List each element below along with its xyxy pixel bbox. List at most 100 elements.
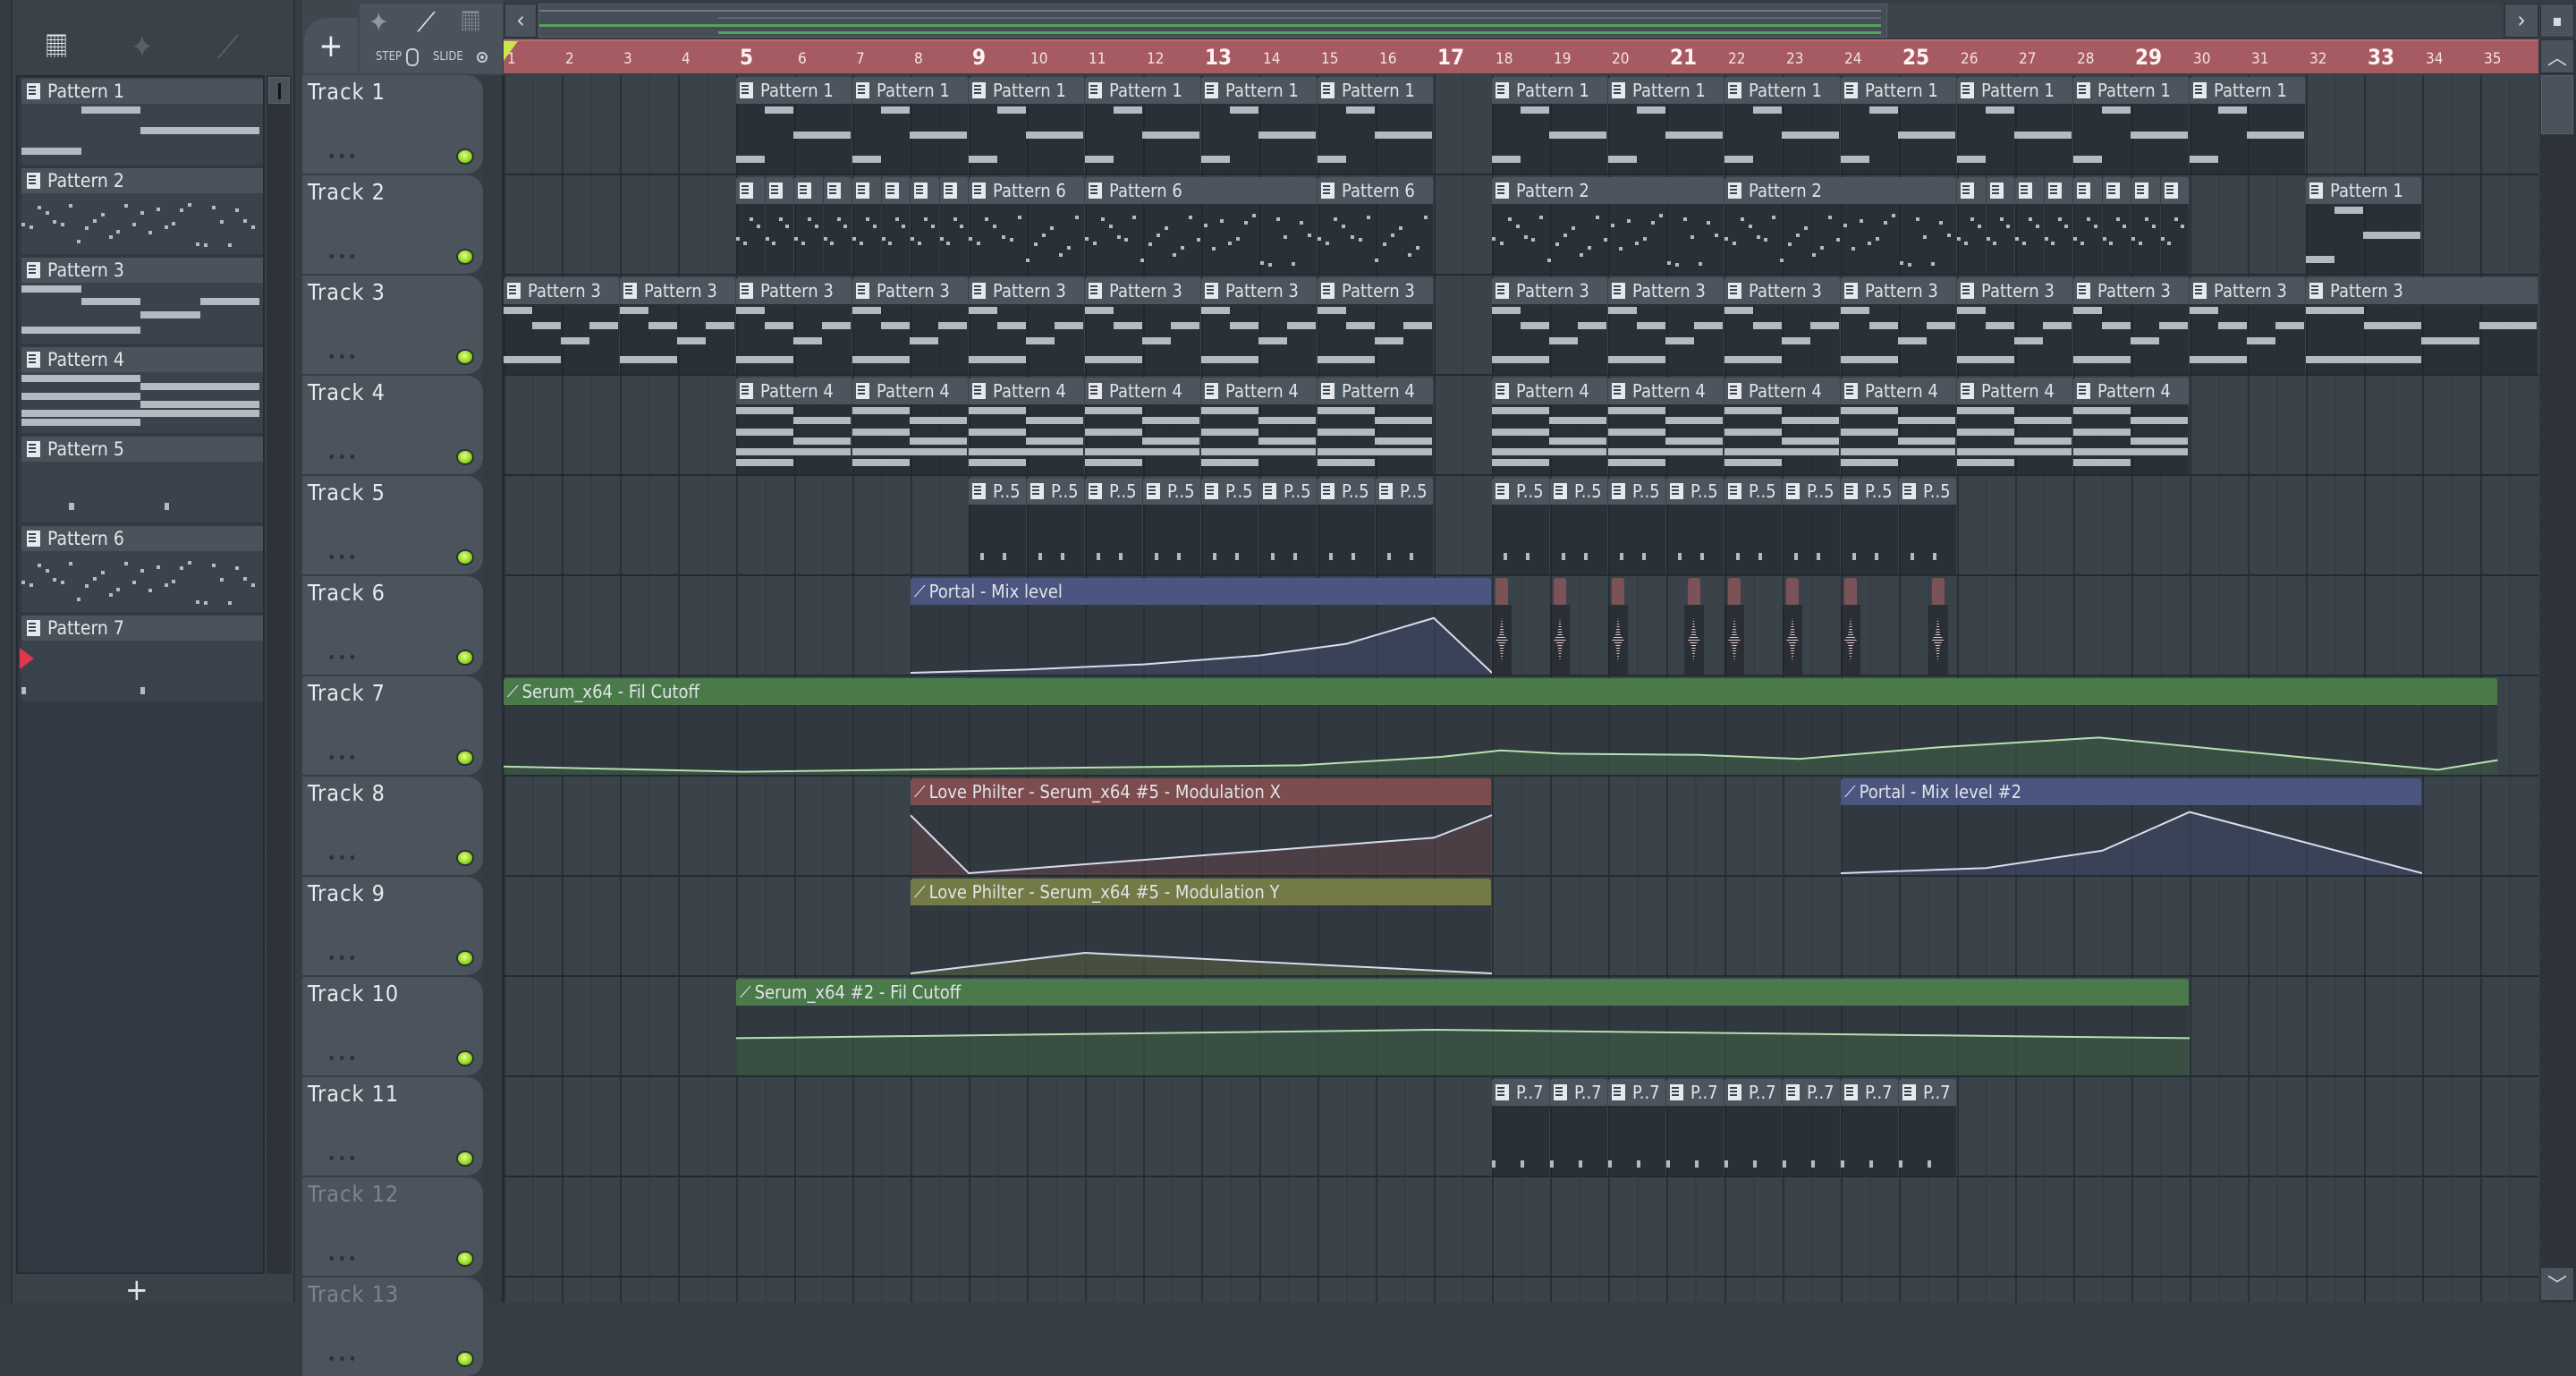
track-options-handle[interactable]: ••• bbox=[327, 649, 359, 667]
track-header[interactable]: Track 4 ••• bbox=[302, 376, 483, 474]
track-lane[interactable]: ⟋ Portal - Mix level bbox=[504, 576, 2538, 676]
pattern-clip[interactable]: Pattern 1 bbox=[1841, 77, 1957, 174]
audio-clip[interactable] bbox=[1683, 578, 1706, 675]
pattern-clip[interactable]: Pattern 4 bbox=[736, 378, 852, 474]
pattern-clip[interactable]: Pattern 3 bbox=[2190, 277, 2306, 374]
bar-number[interactable]: 15 bbox=[1321, 50, 1338, 68]
track-lane[interactable]: ⟋ Love Philter - Serum_x64 #5 - Modulatio… bbox=[504, 777, 2538, 877]
audio-clip[interactable] bbox=[1724, 578, 1746, 675]
bar-number[interactable]: 16 bbox=[1379, 50, 1396, 68]
timeline-ruler[interactable]: 1 2 3 4 5 6 7 8 9 10 11 12 13 14 15 16 17 18 19 20 21 22 23 24 2… bbox=[504, 39, 2538, 73]
scroll-down-button[interactable]: ﹀ bbox=[2540, 1267, 2574, 1301]
scroll-left-button[interactable]: ‹ bbox=[504, 4, 537, 38]
pattern-clip[interactable]: Pattern 1 bbox=[1492, 77, 1608, 174]
pattern-clip[interactable]: Pattern 4 bbox=[2073, 378, 2190, 474]
pattern-clip[interactable]: P..7 bbox=[1492, 1079, 1550, 1176]
pattern-clip[interactable]: Pattern 3 bbox=[1608, 277, 1724, 374]
pattern-clip[interactable] bbox=[2131, 177, 2161, 274]
track-lane[interactable]: ⟋ Serum_x64 - Fil Cutoff bbox=[504, 676, 2538, 777]
track-lane[interactable]: Pattern 3 Pattern 3 Pattern 3 Pattern 3 Patt… bbox=[504, 276, 2538, 376]
track-mute-led[interactable] bbox=[456, 549, 474, 565]
track-lane[interactable]: ⟋ Love Philter - Serum_x64 #5 - Modulatio… bbox=[504, 877, 2538, 977]
scroll-up-button[interactable]: ︿ bbox=[2540, 39, 2574, 73]
pattern-list-item[interactable]: Pattern 5 bbox=[21, 437, 263, 526]
pattern-clip[interactable]: P..5 bbox=[1027, 478, 1085, 574]
pattern-clip[interactable] bbox=[794, 177, 824, 274]
pattern-clip[interactable] bbox=[911, 177, 940, 274]
pattern-clip[interactable]: Pattern 3 bbox=[1724, 277, 1841, 374]
track-mute-led[interactable] bbox=[456, 449, 474, 465]
track-name[interactable]: Track 10 bbox=[308, 981, 399, 1007]
pattern-clip[interactable]: Pattern 3 bbox=[2073, 277, 2190, 374]
pattern-clip[interactable]: Pattern 3 bbox=[1201, 277, 1318, 374]
audio-clip[interactable] bbox=[1783, 578, 1804, 675]
track-header[interactable]: Track 3 ••• bbox=[302, 276, 483, 374]
pattern-clip[interactable]: P..5 bbox=[1143, 478, 1201, 574]
track-mute-led[interactable] bbox=[456, 249, 474, 265]
bar-number[interactable]: 22 bbox=[1728, 50, 1745, 68]
pattern-clip[interactable]: Pattern 2 bbox=[1724, 177, 1957, 274]
pattern-list-item[interactable]: Pattern 4 bbox=[21, 347, 263, 437]
pattern-clip[interactable]: Pattern 1 bbox=[1201, 77, 1318, 174]
pattern-clip[interactable]: P..5 bbox=[1724, 478, 1783, 574]
pattern-clip[interactable]: Pattern 3 bbox=[1492, 277, 1608, 374]
pattern-clip[interactable]: P..7 bbox=[1724, 1079, 1783, 1176]
pattern-clip[interactable]: Pattern 1 bbox=[852, 77, 969, 174]
pattern-clip[interactable]: P..5 bbox=[1085, 478, 1143, 574]
pattern-clip[interactable]: Pattern 3 bbox=[2306, 277, 2538, 374]
track-header[interactable]: Track 12 ••• bbox=[302, 1177, 483, 1276]
bar-number[interactable]: 26 bbox=[1961, 50, 1978, 68]
track-mute-led[interactable] bbox=[456, 650, 474, 666]
pattern-clip-icon[interactable]: 𝄜 bbox=[462, 7, 479, 38]
pattern-clip[interactable]: Pattern 3 bbox=[969, 277, 1085, 374]
bar-number[interactable]: 20 bbox=[1612, 50, 1629, 68]
pattern-clip[interactable] bbox=[765, 177, 795, 274]
bar-number[interactable]: 17 bbox=[1437, 45, 1464, 70]
bar-number[interactable]: 32 bbox=[2309, 50, 2326, 68]
track-mute-led[interactable] bbox=[456, 750, 474, 766]
automation-clip[interactable]: ⟋ Portal - Mix level bbox=[911, 578, 1492, 675]
pattern-list-item[interactable]: Pattern 7 bbox=[21, 616, 263, 705]
automation-curve[interactable] bbox=[736, 1006, 2190, 1075]
pattern-clip[interactable] bbox=[823, 177, 853, 274]
pattern-list-scrollbar[interactable] bbox=[267, 75, 292, 1274]
pattern-list-item[interactable]: Pattern 2 bbox=[21, 168, 263, 258]
automation-clip[interactable]: ⟋ Portal - Mix level #2 bbox=[1841, 778, 2422, 875]
automation-clip-icon[interactable]: ⟋ bbox=[417, 7, 436, 38]
bar-number[interactable]: 14 bbox=[1263, 50, 1280, 68]
automation-curve[interactable] bbox=[911, 905, 1492, 975]
track-options-handle[interactable]: ••• bbox=[327, 949, 359, 968]
bar-number[interactable]: 4 bbox=[682, 50, 691, 68]
pattern-clip[interactable] bbox=[1986, 177, 2016, 274]
pattern-clip[interactable]: Pattern 3 bbox=[1318, 277, 1434, 374]
pattern-clip[interactable]: P..5 bbox=[1376, 478, 1434, 574]
pattern-list-scroll-thumb[interactable] bbox=[268, 77, 290, 104]
track-name[interactable]: Track 8 bbox=[308, 780, 386, 806]
bar-number[interactable]: 24 bbox=[1844, 50, 1861, 68]
track-lane[interactable] bbox=[504, 1177, 2538, 1278]
track-lane[interactable]: Pattern 6 Pattern 6 Pattern 6 Pattern 2 Patt… bbox=[504, 175, 2538, 276]
pattern-clip[interactable]: Pattern 2 bbox=[1492, 177, 1724, 274]
pattern-clip[interactable] bbox=[852, 177, 882, 274]
bar-number[interactable]: 7 bbox=[856, 50, 865, 68]
track-options-handle[interactable]: ••• bbox=[327, 1049, 359, 1068]
pattern-clip[interactable]: P..5 bbox=[1318, 478, 1376, 574]
pattern-list-item[interactable]: Pattern 1 bbox=[21, 79, 263, 168]
pattern-clip[interactable]: Pattern 1 bbox=[736, 77, 852, 174]
pattern-clip[interactable]: P..7 bbox=[1899, 1079, 1957, 1176]
track-header[interactable]: Track 1 ••• bbox=[302, 75, 483, 174]
bar-number[interactable]: 21 bbox=[1670, 45, 1697, 70]
track-name[interactable]: Track 4 bbox=[308, 379, 386, 405]
track-lane[interactable]: P..7 P..7 P..7 P..7 P..7 P..7 P..7 P..7 bbox=[504, 1077, 2538, 1177]
audio-wave-icon[interactable]: ✦ bbox=[120, 27, 165, 68]
bar-number[interactable]: 11 bbox=[1089, 50, 1106, 68]
track-lane[interactable]: Pattern 4 Pattern 4 Pattern 4 Pattern 4 Patt… bbox=[504, 376, 2538, 476]
track-name[interactable]: Track 9 bbox=[308, 880, 386, 906]
track-header[interactable]: Track 5 ••• bbox=[302, 476, 483, 574]
pattern-clip[interactable]: P..7 bbox=[1841, 1079, 1899, 1176]
pattern-clip[interactable]: Pattern 3 bbox=[852, 277, 969, 374]
pattern-clip[interactable]: P..7 bbox=[1783, 1079, 1841, 1176]
playhead-marker[interactable] bbox=[504, 41, 518, 61]
pattern-clip[interactable]: Pattern 1 bbox=[1724, 77, 1841, 174]
pattern-clip[interactable]: P..5 bbox=[1899, 478, 1957, 574]
